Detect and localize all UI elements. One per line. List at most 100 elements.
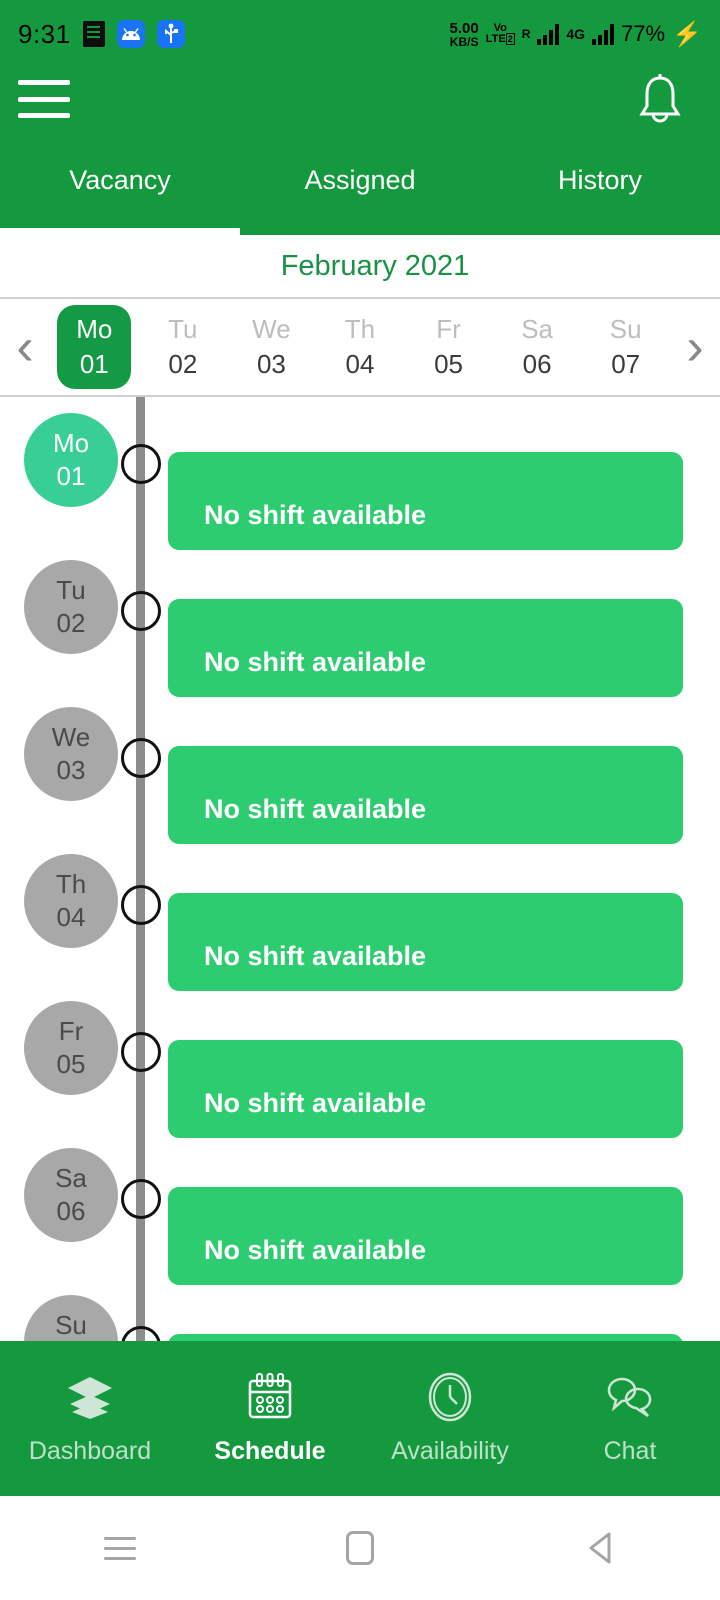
month-header: February 2021 — [0, 235, 720, 297]
day-avatar-date: 06 — [56, 1196, 86, 1226]
tab-history-label: History — [557, 165, 642, 195]
shift-card-text: No shift available — [204, 794, 427, 824]
day-avatar-dow: Tu — [56, 575, 86, 605]
week-day-su[interactable]: Su 07 — [589, 305, 663, 389]
day-avatar[interactable]: Th 04 — [24, 854, 118, 948]
status-bar-right: 5.00 KB/S Vo LTE 2 R 4G 77% ⚡ — [450, 20, 702, 49]
shift-card-text: No shift available — [204, 941, 427, 971]
app-bar: Vacancy Assigned History — [0, 68, 720, 235]
tab-vacancy[interactable]: Vacancy — [0, 153, 240, 235]
week-day-date: 05 — [434, 349, 463, 379]
nav-item-schedule-label: Schedule — [214, 1437, 326, 1465]
week-day-th[interactable]: Th 04 — [323, 305, 397, 389]
clock-icon — [426, 1371, 474, 1423]
timeline-row[interactable]: We 03 No shift available — [0, 691, 720, 844]
recents-icon[interactable] — [80, 1518, 160, 1578]
document-icon — [82, 21, 105, 47]
week-day-date: 03 — [256, 349, 286, 379]
nav-item-schedule[interactable]: Schedule — [180, 1371, 360, 1466]
tab-assigned[interactable]: Assigned — [240, 153, 480, 235]
week-strip: ‹ Mo 01 Tu 02 We 03 Th 04 Fr 05 Sa 06 Su… — [0, 297, 720, 397]
bell-icon[interactable] — [632, 70, 688, 128]
nav-item-dashboard-label: Dashboard — [28, 1437, 152, 1465]
week-days: Mo 01 Tu 02 We 03 Th 04 Fr 05 Sa 06 Su 0… — [50, 299, 670, 395]
signal-bars-sim1-icon — [537, 23, 560, 45]
month-label: February 2021 — [280, 249, 470, 282]
home-icon[interactable] — [320, 1518, 400, 1578]
shift-card-text: No shift available — [204, 647, 427, 677]
shift-card[interactable]: No shift available — [168, 1187, 683, 1285]
week-day-dow: Th — [344, 314, 376, 344]
layers-icon — [64, 1371, 116, 1423]
signal-bars-sim2-icon — [592, 23, 615, 45]
status-clock: 9:31 — [18, 18, 71, 49]
day-avatar-dow: We — [51, 722, 91, 752]
day-avatar-dow: Su — [55, 1310, 87, 1340]
bottom-navigation: Dashboard Schedule Availability Chat — [0, 1341, 720, 1496]
day-avatar-date: 01 — [56, 461, 86, 491]
week-day-dow: Su — [609, 314, 642, 344]
speech-bubbles-icon — [604, 1371, 656, 1423]
day-avatar-date: 03 — [56, 755, 86, 785]
week-day-dow: Fr — [436, 314, 461, 344]
usb-icon — [156, 20, 185, 48]
shift-card[interactable]: No shift available — [168, 452, 683, 550]
week-day-dow: Tu — [168, 314, 198, 344]
day-avatar[interactable]: Tu 02 — [24, 560, 118, 654]
week-day-dow: Sa — [521, 314, 553, 344]
roaming-indicator: R — [521, 27, 531, 41]
week-day-date: 02 — [168, 349, 198, 379]
day-avatar-date: 04 — [56, 902, 86, 932]
shift-card[interactable]: No shift available — [168, 1040, 683, 1138]
week-day-fr[interactable]: Fr 05 — [412, 305, 486, 389]
shift-card-text: No shift available — [204, 500, 427, 530]
timeline-row[interactable]: Th 04 No shift available — [0, 838, 720, 991]
chevron-left-icon[interactable]: ‹ — [0, 321, 50, 373]
shift-card[interactable]: No shift available — [168, 893, 683, 991]
day-avatar[interactable]: Fr 05 — [24, 1001, 118, 1095]
schedule-timeline[interactable]: Mo 01 No shift available Tu 02 No shift … — [0, 397, 720, 1346]
timeline-node-icon — [121, 738, 161, 778]
timeline-row[interactable]: Mo 01 No shift available — [0, 397, 720, 550]
week-day-sa[interactable]: Sa 06 — [500, 305, 574, 389]
shift-card-text: No shift available — [204, 1088, 427, 1118]
day-avatar-dow: Mo — [52, 428, 90, 458]
volte-indicator: Vo LTE 2 — [486, 23, 515, 45]
nav-item-dashboard[interactable]: Dashboard — [0, 1371, 180, 1466]
tab-assigned-label: Assigned — [304, 165, 416, 195]
chevron-right-icon[interactable]: › — [670, 321, 720, 373]
android-navigation-bar — [0, 1496, 720, 1600]
nav-item-chat[interactable]: Chat — [540, 1371, 720, 1466]
back-icon[interactable] — [560, 1518, 640, 1578]
day-avatar-dow: Fr — [58, 1016, 84, 1046]
nav-item-availability[interactable]: Availability — [360, 1371, 540, 1466]
week-day-dow: Mo — [76, 314, 113, 344]
timeline-row[interactable]: Tu 02 No shift available — [0, 544, 720, 697]
week-day-we[interactable]: We 03 — [234, 305, 308, 389]
timeline-node-icon — [121, 591, 161, 631]
network-speed-unit: KB/S — [449, 34, 479, 49]
timeline-row[interactable]: Fr 05 No shift available — [0, 985, 720, 1138]
timeline-node-icon — [121, 1032, 161, 1072]
week-day-date: 04 — [345, 349, 375, 379]
battery-percent: 77% — [621, 21, 666, 46]
timeline-node-icon — [121, 444, 161, 484]
day-avatar-date: 05 — [56, 1049, 86, 1079]
tab-history[interactable]: History — [480, 153, 720, 235]
timeline-row[interactable]: Sa 06 No shift available — [0, 1132, 720, 1285]
day-avatar[interactable]: Su 07 — [24, 1295, 118, 1346]
shift-card[interactable]: No shift available — [168, 599, 683, 697]
day-avatar[interactable]: Sa 06 — [24, 1148, 118, 1242]
shift-card[interactable]: No shift available — [168, 746, 683, 844]
timeline-row[interactable]: Su 07 No shift available — [0, 1279, 720, 1346]
day-avatar[interactable]: Mo 01 — [24, 413, 118, 507]
timeline-node-icon — [121, 1179, 161, 1219]
volte-bottom-text: LTE — [485, 33, 506, 45]
week-day-mo[interactable]: Mo 01 — [57, 305, 132, 389]
week-day-date: 06 — [522, 349, 552, 379]
timeline-node-icon — [121, 885, 161, 925]
calendar-icon — [244, 1371, 296, 1423]
hamburger-menu-icon[interactable] — [18, 76, 70, 122]
day-avatar[interactable]: We 03 — [24, 707, 118, 801]
week-day-tu[interactable]: Tu 02 — [146, 305, 220, 389]
